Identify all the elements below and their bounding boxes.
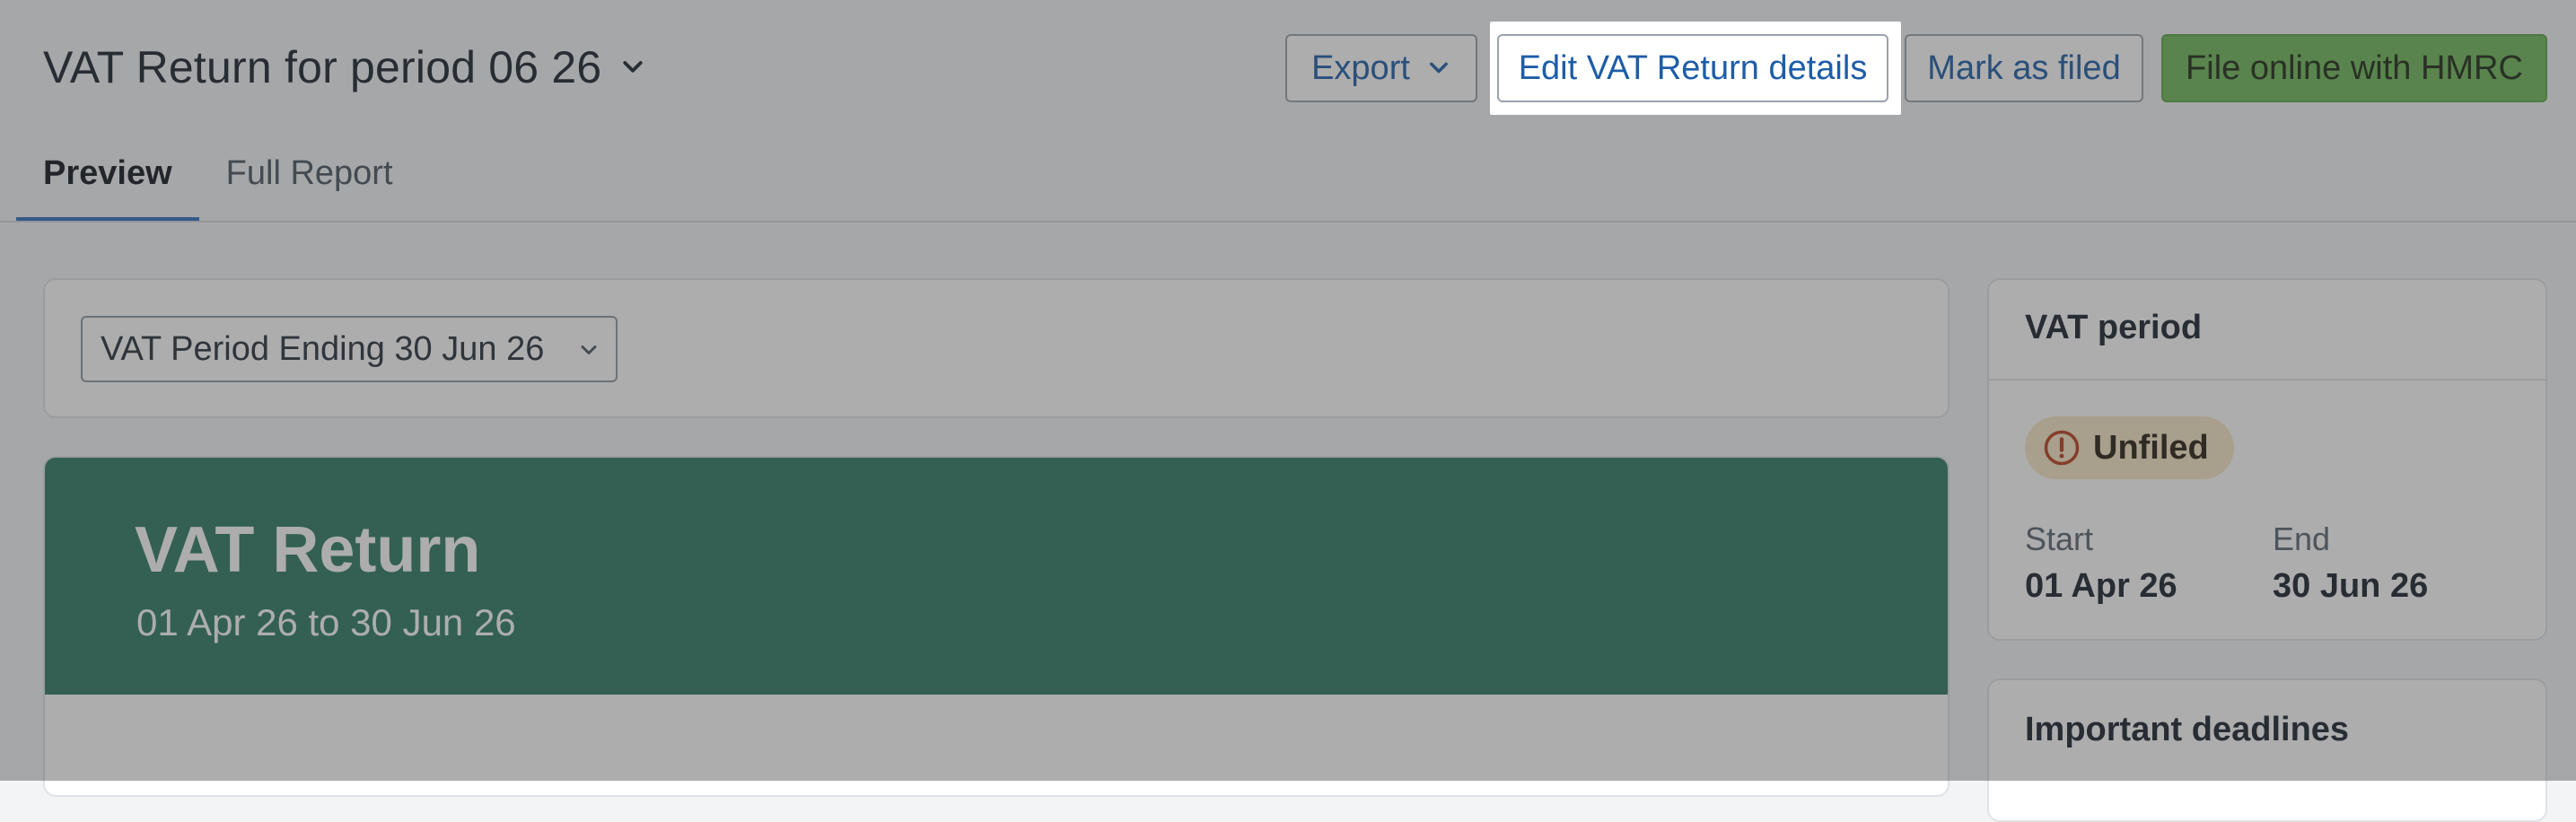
end-value: 30 Jun 26 [2273,567,2429,605]
period-title-dropdown[interactable]: VAT Return for period 06 26 [43,41,646,93]
mark-button-label: Mark as filed [1927,48,2121,87]
vat-period-card: VAT period Unfiled Start 01 Apr 26 End 3… [1987,278,2547,641]
tab-preview[interactable]: Preview [16,144,199,223]
vat-return-page: VAT Return for period 06 26 Export Edit … [0,0,2576,822]
highlight-spotlight: Edit VAT Return details [1490,22,1901,115]
report-date-range: 01 Apr 26 to 30 Jun 26 [136,601,516,643]
highlighted-edit-vat-return-details-button[interactable]: Edit VAT Return details [1497,34,1888,102]
start-label: Start [2025,520,2094,557]
report-tabs: Preview Full Report [16,144,420,223]
vat-period-select-value: VAT Period Ending 30 Jun 26 [101,329,545,368]
vat-period-card-header: VAT period [1989,280,2545,380]
tab-full-report[interactable]: Full Report [199,144,420,212]
status-badge-label: Unfiled [2093,428,2209,467]
start-value: 01 Apr 26 [2025,567,2177,605]
report-banner: VAT Return 01 Apr 26 to 30 Jun 26 [45,458,1948,695]
period-start: Start 01 Apr 26 [2025,519,2177,608]
report-title: VAT Return [135,514,481,586]
export-button[interactable]: Export [1285,34,1477,102]
chevron-down-icon [623,61,644,73]
page-title: VAT Return for period 06 26 [43,42,602,92]
vat-period-title: VAT period [2025,309,2203,346]
file-button-label: File online with HMRC [2186,48,2523,87]
important-deadlines-card: Important deadlines [1987,678,2547,822]
tabs-divider [0,221,2576,223]
period-end: End 30 Jun 26 [2273,519,2428,608]
important-deadlines-title: Important deadlines [2025,711,2350,748]
chevron-down-icon [1429,62,1448,74]
period-filter-panel: VAT Period Ending 30 Jun 26 [43,278,1950,418]
alert-circle-icon [2044,430,2080,466]
vat-return-report: VAT Return 01 Apr 26 to 30 Jun 26 [43,456,1950,797]
mark-as-filed-button[interactable]: Mark as filed [1905,34,2143,102]
page-header: VAT Return for period 06 26 Export Edit … [0,0,2576,144]
tab-preview-label: Preview [43,154,172,192]
highlighted-edit-button-label: Edit VAT Return details [1518,48,1868,87]
file-online-hmrc-button[interactable]: File online with HMRC [2161,34,2547,102]
status-badge: Unfiled [2025,416,2234,479]
tab-full-report-label: Full Report [225,154,393,192]
vat-period-select[interactable]: VAT Period Ending 30 Jun 26 [81,316,618,382]
export-button-label: Export [1311,48,1410,87]
end-label: End [2273,520,2331,557]
chevron-down-icon [581,345,597,354]
header-actions: Export Edit VAT Return details Mark as f… [1285,34,2547,102]
